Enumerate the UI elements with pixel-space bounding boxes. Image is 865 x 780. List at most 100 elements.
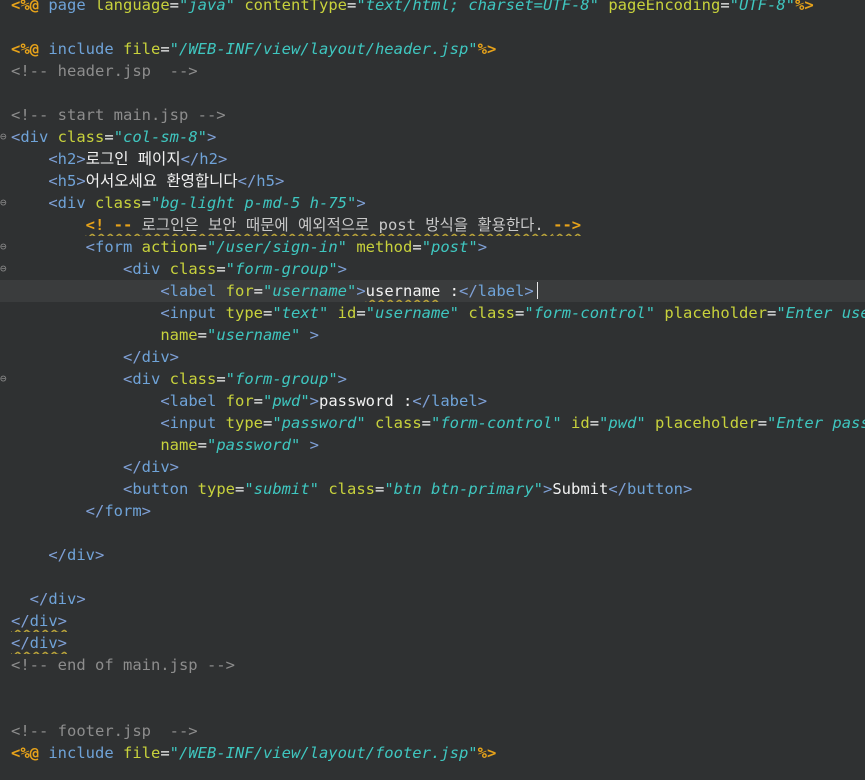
code-line[interactable]: <!-- header.jsp --> (0, 60, 865, 82)
code-token: "text/html; charset=UTF-8" (356, 0, 599, 14)
code-token: > (169, 458, 179, 476)
code-token: "username" (365, 304, 460, 322)
code-line[interactable]: <!-- start main.jsp --> (0, 104, 865, 126)
code-token: > (169, 348, 179, 366)
code-token: > (95, 546, 105, 564)
code-token: div (48, 590, 77, 608)
code-line[interactable]: <button type="submit" class="btn btn-pri… (0, 478, 865, 500)
code-line[interactable]: <!-- footer.jsp --> (0, 720, 865, 742)
code-line[interactable]: </div> (0, 544, 865, 566)
code-token: > (683, 480, 693, 498)
code-line[interactable]: <h5>어서오세요 환영합니다</h5> (0, 170, 865, 192)
code-token: > (524, 282, 534, 300)
code-token: "btn btn-primary" (384, 480, 543, 498)
code-token: < (48, 172, 58, 190)
code-token: class (375, 414, 422, 432)
code-text: <label for="username">username :</label> (11, 280, 538, 302)
code-line[interactable]: ⊖ <div class="bg-light p-md-5 h-75"> (0, 192, 865, 214)
code-line[interactable]: <%@ include file="/WEB-INF/view/layout/h… (0, 38, 865, 60)
fold-toggle-icon[interactable]: ⊖ (0, 368, 8, 390)
fold-toggle-icon[interactable]: ⊖ (0, 236, 8, 258)
fold-toggle-icon[interactable]: ⊖ (0, 126, 8, 148)
code-line[interactable]: <!-- end of main.jsp --> (0, 654, 865, 676)
code-token: h5 (256, 172, 275, 190)
code-line[interactable]: <input type="password" class="form-contr… (0, 412, 865, 434)
code-line[interactable]: <! -- 로그인은 보안 때문에 예외적으로 post 방식을 활용한다. -… (0, 214, 865, 236)
code-token: action (141, 238, 198, 256)
code-text: <label for="pwd">password :</label> (11, 390, 487, 412)
code-token: %> (477, 40, 497, 58)
code-token: < (160, 392, 170, 410)
code-token: "UTF-8" (729, 0, 795, 14)
code-token: div (29, 612, 58, 630)
code-text: </div> (11, 610, 67, 632)
code-editor[interactable]: <%@ page language="java" contentType="te… (0, 0, 865, 780)
code-line[interactable]: <input type="text" id="username" class="… (0, 302, 865, 324)
code-token: = (589, 414, 600, 432)
code-line[interactable]: name="username" > (0, 324, 865, 346)
code-token: > (477, 238, 488, 256)
code-line[interactable]: </div> (0, 610, 865, 632)
code-token: > (274, 172, 285, 190)
code-token: = (421, 414, 432, 432)
code-token: file (122, 40, 161, 58)
code-token: </ (412, 392, 432, 410)
code-line[interactable]: ⊖ <div class="form-group"> (0, 368, 865, 390)
code-line[interactable]: ⊖ <div class="form-group"> (0, 258, 865, 280)
code-token: </ (608, 480, 627, 498)
code-line[interactable]: <h2>로그인 페이지</h2> (0, 148, 865, 170)
code-line[interactable]: <%@ page language="java" contentType="te… (0, 0, 865, 16)
code-token: > (356, 194, 366, 212)
code-token: id (571, 414, 590, 432)
code-token: > (542, 480, 553, 498)
code-line[interactable]: </div> (0, 588, 865, 610)
code-token: = (767, 304, 777, 322)
code-token: page (48, 0, 95, 14)
fold-toggle-icon[interactable]: ⊖ (0, 258, 8, 280)
code-token: = (197, 238, 208, 256)
code-token: = (169, 0, 179, 14)
fold-toggle-icon[interactable]: ⊖ (0, 192, 8, 214)
code-line[interactable]: ⊖ <div class="col-sm-8"> (0, 126, 865, 148)
code-text: <!-- header.jsp --> (11, 60, 198, 82)
code-token: = (262, 414, 273, 432)
code-line[interactable]: </div> (0, 456, 865, 478)
code-line[interactable]: ⊖ <form action="/user/sign-in" method="p… (0, 236, 865, 258)
code-line[interactable]: </form> (0, 500, 865, 522)
code-token: > (76, 590, 86, 608)
code-token: </ (122, 348, 142, 366)
code-token: = (160, 40, 170, 58)
code-line[interactable]: <%@ include file="/WEB-INF/view/layout/f… (0, 742, 865, 764)
code-token: = (375, 480, 385, 498)
code-token: < (48, 150, 58, 168)
code-token: > (309, 392, 320, 410)
code-text: <div class="form-group"> (11, 368, 347, 390)
code-token: "Enter username" (776, 304, 865, 322)
code-line[interactable]: name="password" > (0, 434, 865, 456)
code-token: password : (319, 392, 413, 410)
code-line[interactable]: <label for="pwd">password :</label> (0, 390, 865, 412)
code-token: username (365, 282, 441, 300)
code-token: div (141, 458, 170, 476)
code-token: <! -- (85, 216, 142, 234)
code-line[interactable]: <label for="username">username :</label> (0, 280, 865, 302)
code-token: </ (48, 546, 67, 564)
code-token: > (356, 282, 366, 300)
code-text: <div class="bg-light p-md-5 h-75"> (11, 192, 366, 214)
code-line[interactable]: </div> (0, 632, 865, 654)
code-token: "password" (206, 436, 301, 454)
code-token: placeholder (655, 414, 758, 432)
code-text: </div> (11, 632, 67, 654)
code-line[interactable]: </div> (0, 346, 865, 368)
